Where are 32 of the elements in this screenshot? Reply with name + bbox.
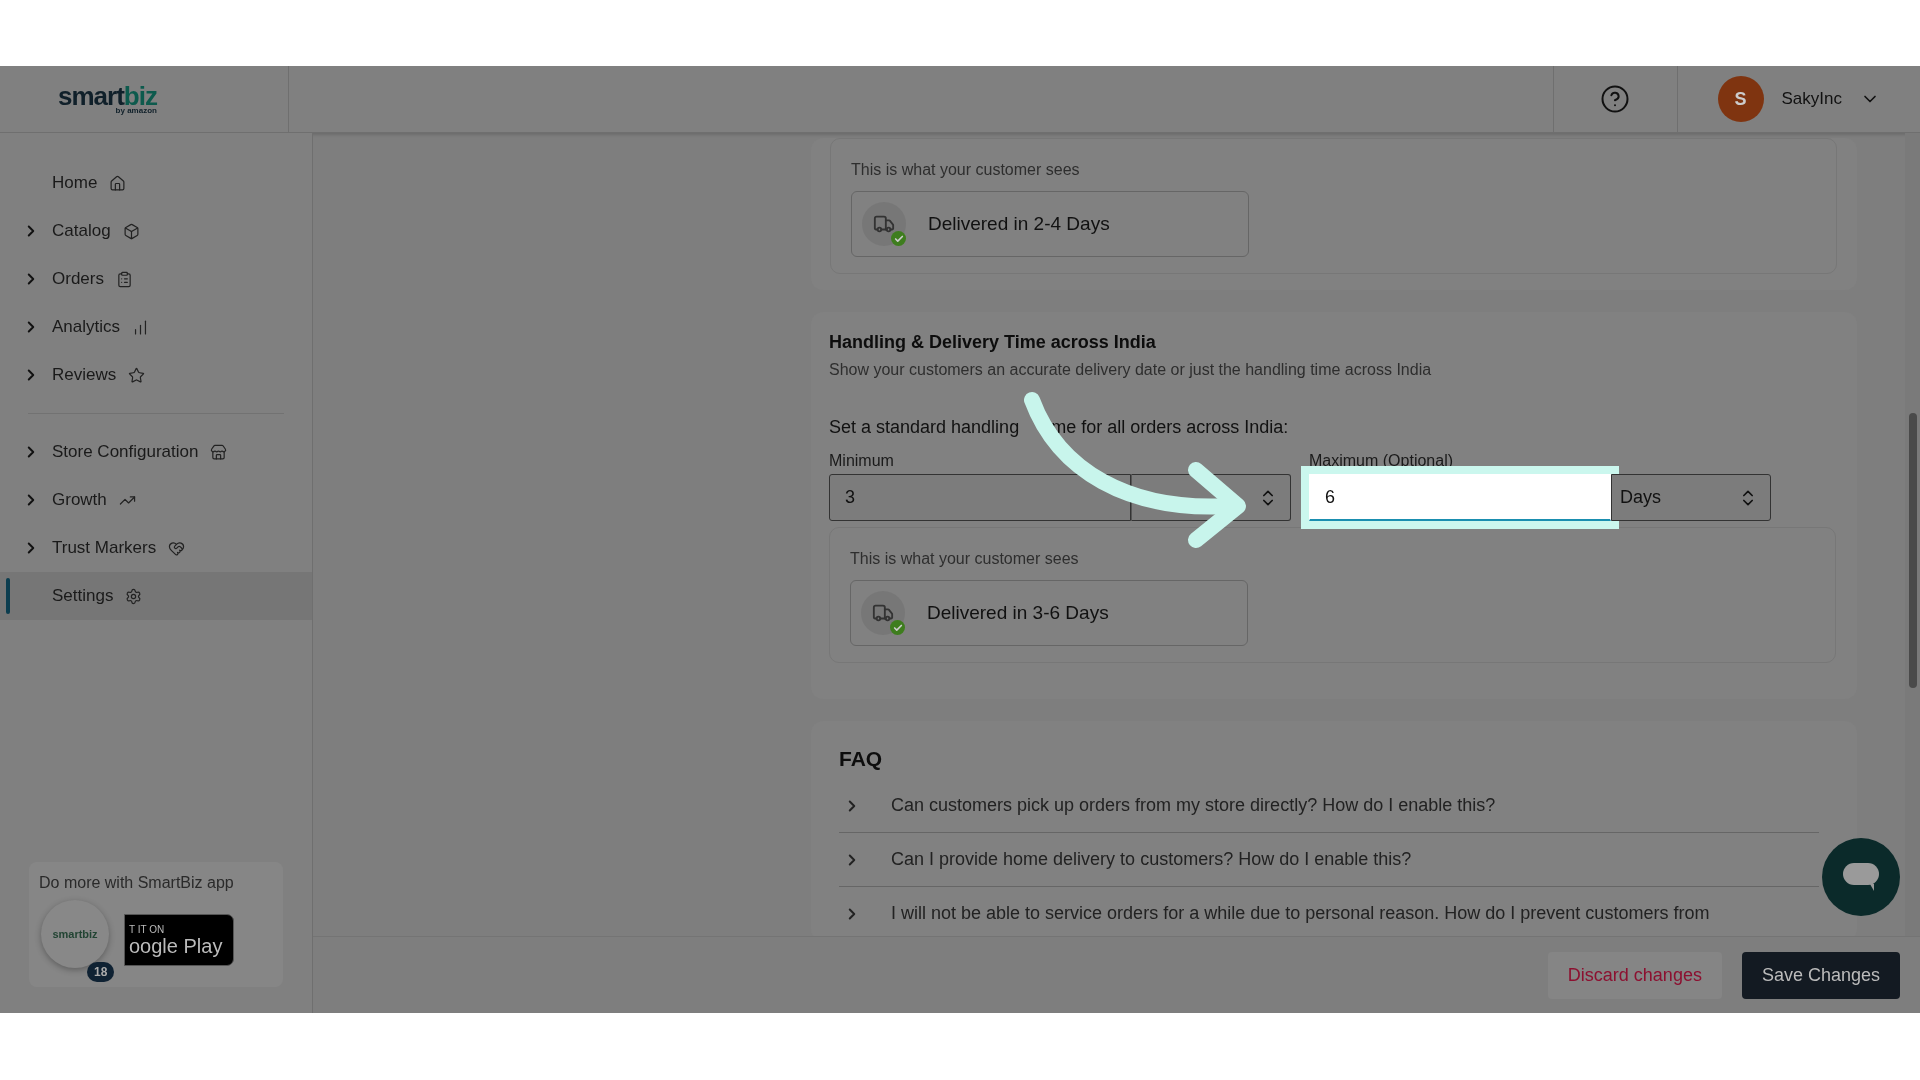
- sidebar-item[interactable]: Orders: [0, 255, 312, 303]
- delivery-message: Delivered in 2-4 Days: [928, 213, 1110, 235]
- faq-item[interactable]: Can customers pick up orders from my store directly? How do I enable this?: [839, 779, 1819, 833]
- delivery-message: Delivered in 3-6 Days: [927, 602, 1109, 624]
- step-count-badge: 18: [87, 962, 115, 982]
- sidebar-item[interactable]: Reviews: [0, 351, 312, 399]
- sidebar-item[interactable]: Settings: [0, 572, 312, 620]
- sidebar-item[interactable]: Home: [0, 159, 312, 207]
- tour-avatar[interactable]: smartbiz: [41, 900, 109, 968]
- handling-prompt: Set a standard handling: [829, 417, 1020, 438]
- unit-select[interactable]: Days: [1611, 474, 1771, 521]
- sidebar-item[interactable]: Growth: [0, 476, 312, 524]
- section-subtitle: Show your customers an accurate delivery date or just the handling time across India: [829, 361, 1433, 379]
- sidebar-item[interactable]: Trust Markers: [0, 524, 312, 572]
- google-play-badge[interactable]: T IT ON oogle Play: [124, 914, 234, 966]
- promo-text: Do more with SmartBiz app: [39, 874, 235, 892]
- faq-item[interactable]: Can I provide home delivery to customers? How do I enable this?: [839, 833, 1819, 887]
- sidebar-item[interactable]: Catalog: [0, 207, 312, 255]
- preview-label: This is what your customer sees: [851, 161, 1081, 179]
- discard-button[interactable]: Discard changes: [1547, 951, 1722, 999]
- sidebar-item[interactable]: Store Configuration: [0, 428, 312, 476]
- faq-title: FAQ: [839, 747, 884, 771]
- sidebar-item[interactable]: Analytics: [0, 303, 312, 351]
- account-menu[interactable]: S SakyInc: [1677, 66, 1920, 132]
- field-label: Maximum (Optional): [1309, 452, 1455, 470]
- days-input[interactable]: 6: [1309, 474, 1611, 521]
- save-button[interactable]: Save Changes: [1741, 951, 1900, 999]
- days-input[interactable]: 3: [829, 474, 1131, 521]
- field-label: Minimum: [829, 452, 895, 470]
- user-avatar: S: [1717, 76, 1764, 122]
- preview-label: This is what your customer sees: [850, 550, 1080, 568]
- section-title: Handling & Delivery Time across India: [829, 332, 1157, 353]
